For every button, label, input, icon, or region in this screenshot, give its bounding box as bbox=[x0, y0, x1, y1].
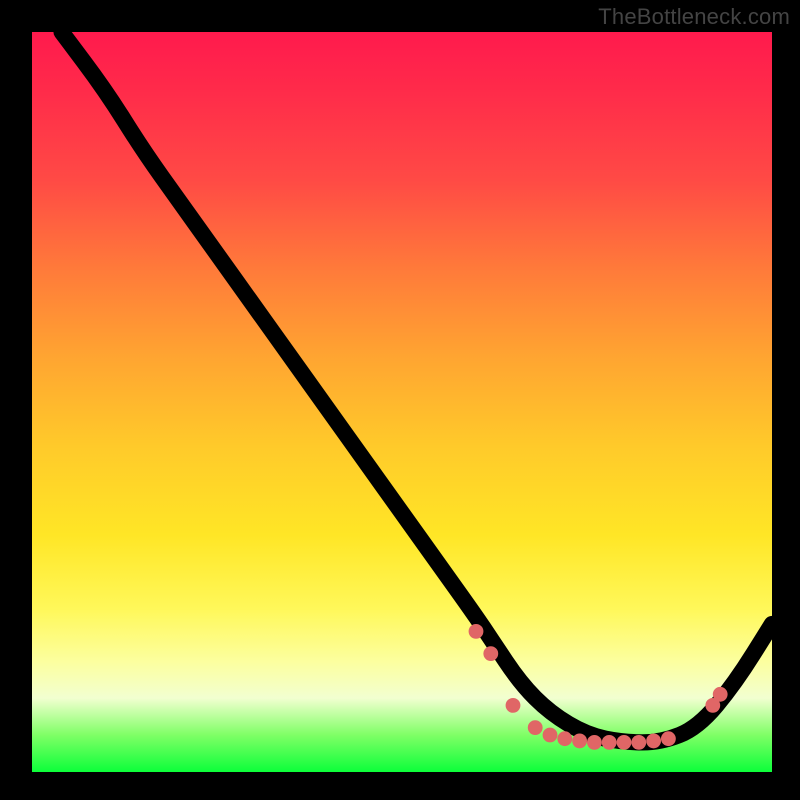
highlight-dot bbox=[483, 646, 498, 661]
highlight-dot bbox=[631, 735, 646, 750]
highlight-dot bbox=[528, 720, 543, 735]
plot-area bbox=[30, 30, 774, 774]
highlight-dot bbox=[602, 735, 617, 750]
highlight-dot bbox=[646, 734, 661, 749]
highlight-dot bbox=[587, 735, 602, 750]
curve-layer bbox=[32, 32, 772, 772]
highlight-dot bbox=[469, 624, 484, 639]
bottleneck-curve bbox=[62, 32, 772, 742]
highlight-dot bbox=[543, 728, 558, 743]
highlight-dot bbox=[557, 731, 572, 746]
highlight-dot bbox=[506, 698, 521, 713]
watermark-text: TheBottleneck.com bbox=[598, 4, 790, 30]
highlight-dot bbox=[713, 687, 728, 702]
highlight-dot bbox=[661, 731, 676, 746]
highlight-dot bbox=[617, 735, 632, 750]
highlight-dot bbox=[572, 734, 587, 749]
chart-frame: TheBottleneck.com bbox=[0, 0, 800, 800]
